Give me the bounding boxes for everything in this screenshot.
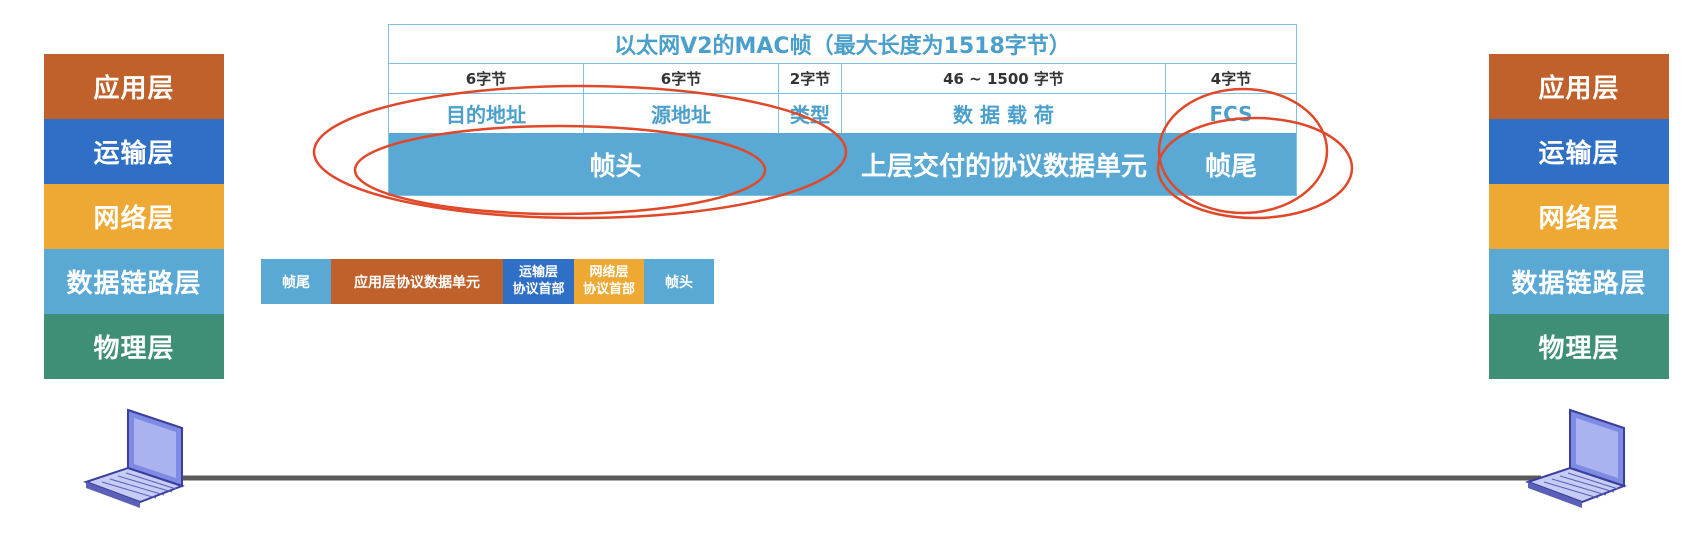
- laptop-icon: [1524, 408, 1627, 508]
- laptop-icon: [82, 408, 185, 508]
- highlight-ellipse-header-outer: [312, 84, 848, 220]
- diagram-overlay: [82, 84, 1627, 508]
- highlight-ellipses: [312, 84, 1354, 220]
- highlight-ellipse-tail-outer: [1157, 87, 1329, 215]
- highlight-ellipse-header-inner: [353, 124, 767, 216]
